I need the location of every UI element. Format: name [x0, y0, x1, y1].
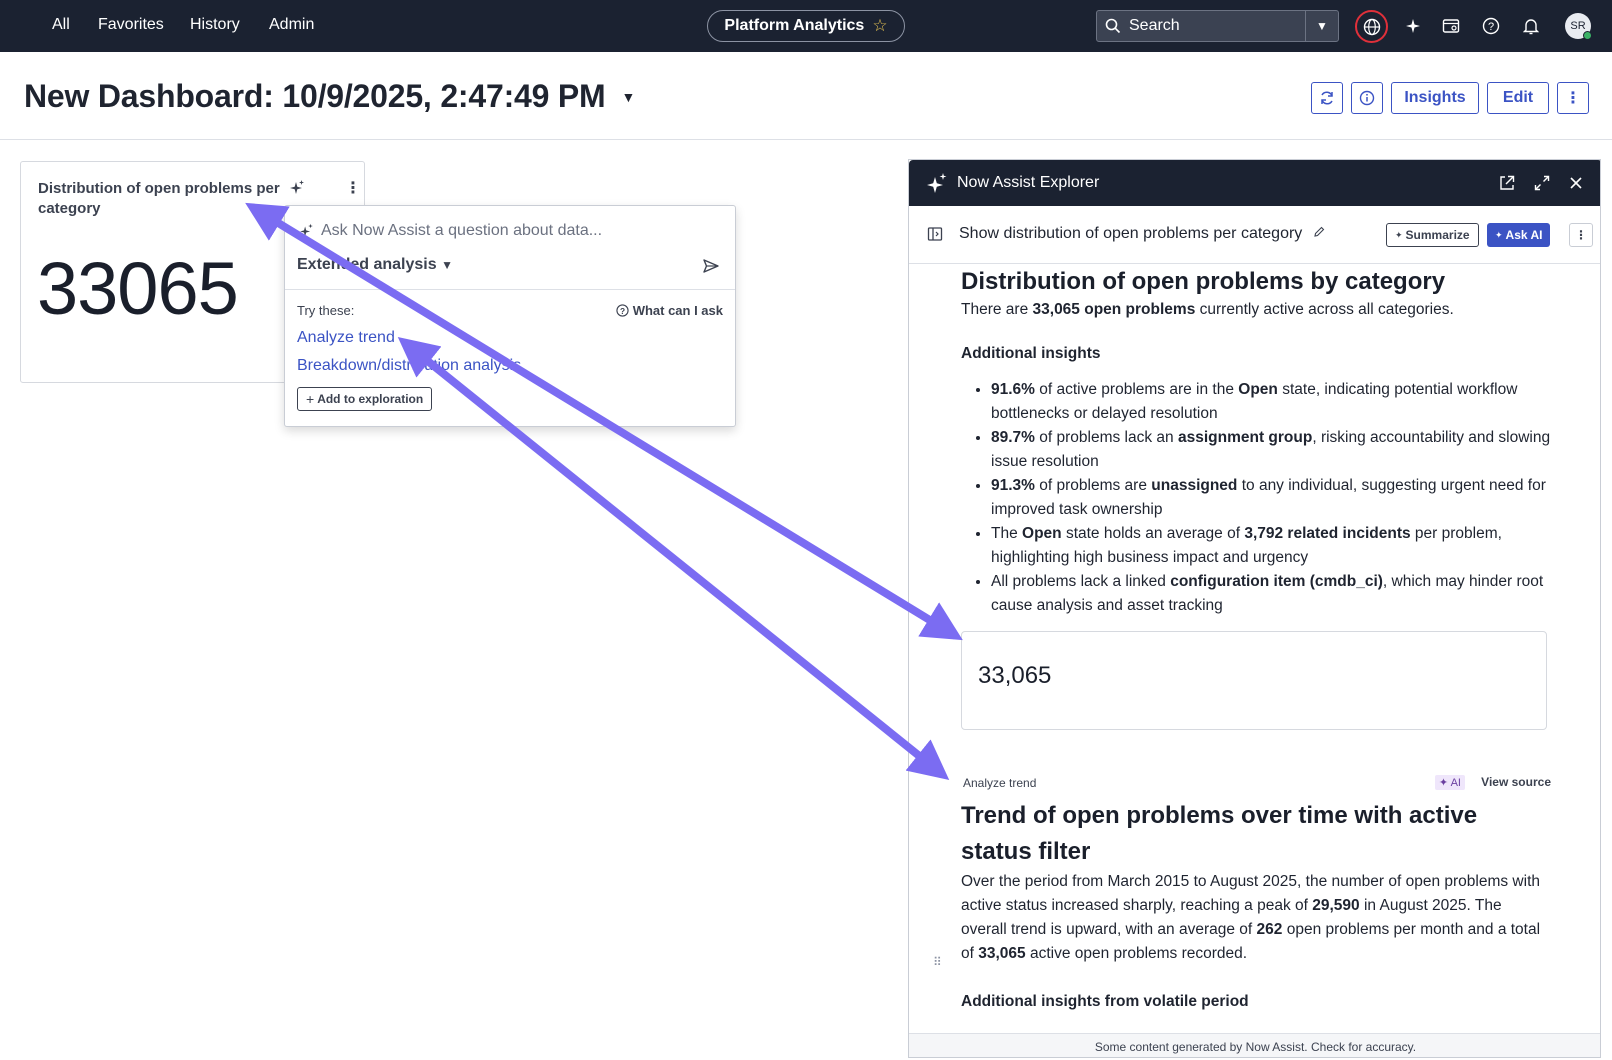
insight-item: The Open state holds an average of 3,792… [991, 522, 1551, 570]
ask-ai-button[interactable]: ✦ Ask AI [1487, 223, 1551, 247]
avatar-initials: SR [1570, 20, 1586, 32]
insight-item: 91.3% of problems are unassigned to any … [991, 474, 1551, 522]
svg-text:?: ? [620, 306, 625, 316]
global-search[interactable]: Search ▼ [1096, 10, 1339, 42]
insight-item: All problems lack a linked configuration… [991, 570, 1551, 618]
score-card-value: 33,065 [978, 662, 1052, 689]
help-icon[interactable]: ? [1478, 13, 1504, 39]
app-title: Platform Analytics [724, 17, 865, 34]
trend-paragraph: Over the period from March 2015 to Augus… [961, 873, 1541, 962]
refresh-button[interactable] [1311, 82, 1343, 114]
summarize-button[interactable]: ✦ Summarize [1386, 223, 1479, 247]
volatile-heading: Additional insights from volatile period [961, 993, 1249, 1010]
insights-list: 91.6% of active problems are in the Open… [991, 378, 1551, 618]
trend-heading: Trend of open problems over time with ac… [961, 802, 1478, 865]
now-assist-sparkle-icon [927, 173, 947, 193]
insights-button[interactable]: Insights [1391, 82, 1479, 114]
star-icon[interactable]: ☆ [872, 16, 887, 36]
app-title-pill[interactable]: Platform Analytics ☆ [707, 10, 905, 42]
sparkle-icon: ✦ [1495, 229, 1503, 240]
search-icon [1097, 11, 1129, 41]
query-label: Show distribution of open problems per c… [959, 225, 1303, 242]
edit-pencil-icon[interactable] [1313, 226, 1325, 238]
view-source-link[interactable]: View source [1481, 775, 1551, 789]
query-bar: Show distribution of open problems per c… [909, 206, 1600, 264]
svg-text:?: ? [1488, 21, 1494, 33]
what-can-i-ask-link[interactable]: ? What can I ask [616, 303, 723, 318]
notification-bell-icon[interactable] [1518, 13, 1544, 39]
ask-ai-label: Ask AI [1505, 228, 1543, 242]
query-more-options-icon[interactable]: ⋮ [1569, 223, 1593, 247]
expand-icon[interactable] [1533, 174, 1551, 192]
nav-all[interactable]: All [52, 16, 70, 34]
popover-divider [285, 289, 735, 290]
refresh-icon [1321, 91, 1333, 105]
nav-history[interactable]: History [190, 16, 240, 34]
ai-disclaimer-footer: Some content generated by Now Assist. Ch… [909, 1033, 1600, 1057]
kebab-icon: ⋮ [1565, 90, 1581, 107]
query-text[interactable]: Show distribution of open problems per c… [959, 225, 1325, 243]
insight-item: 91.6% of active problems are in the Open… [991, 378, 1551, 426]
send-icon[interactable] [701, 256, 721, 276]
section-header: Analyze trend ✦ AI View source [961, 770, 1551, 796]
add-to-exploration-label: Add to exploration [317, 392, 424, 406]
now-assist-sparkle-icon[interactable] [1400, 13, 1426, 39]
explorer-header: Now Assist Explorer [909, 160, 1600, 206]
widget-score-value: 33065 [37, 247, 239, 330]
result-intro: There are 33,065 open problems currently… [961, 301, 1454, 318]
plus-icon: + [306, 391, 315, 407]
what-can-i-ask-label: What can I ask [632, 303, 723, 318]
workspace-icon[interactable] [1438, 13, 1464, 39]
nav-favorites[interactable]: Favorites [98, 16, 164, 34]
widget-menu-icon[interactable]: ⋮ [343, 178, 363, 198]
dashboard-title-text: New Dashboard: 10/9/2025, 2:47:49 PM [24, 78, 606, 114]
nav-admin[interactable]: Admin [269, 16, 314, 34]
chevron-down-icon[interactable]: ▼ [622, 89, 636, 105]
analysis-mode-select[interactable]: Extended analysis ▼ [297, 256, 453, 274]
result-heading: Distribution of open problems by categor… [961, 268, 1446, 295]
dashboard-title[interactable]: New Dashboard: 10/9/2025, 2:47:49 PM ▼ [24, 78, 635, 115]
now-assist-popover: Ask Now Assist a question about data... … [284, 205, 736, 427]
now-assist-sparkle-icon[interactable] [286, 178, 306, 198]
now-assist-explorer-panel: Now Assist Explorer Show distribution of… [908, 159, 1601, 1058]
globe-icon [1363, 18, 1380, 35]
score-card: 33,065 [961, 631, 1547, 730]
ask-now-assist-input[interactable]: Ask Now Assist a question about data... [321, 222, 602, 240]
section-label: Analyze trend [963, 776, 1037, 790]
info-icon [1359, 90, 1375, 106]
open-in-new-icon[interactable] [1498, 174, 1516, 192]
suggestion-analyze-trend[interactable]: Analyze trend [297, 329, 395, 347]
insights-heading: Additional insights [961, 345, 1101, 362]
sparkle-icon [300, 223, 313, 237]
drag-handle-icon[interactable]: ⠿ [933, 955, 942, 969]
sparkle-icon: ✦ [1395, 229, 1403, 240]
explorer-content: Distribution of open problems by categor… [961, 264, 1551, 1014]
analysis-mode-label: Extended analysis [297, 256, 437, 273]
edit-button[interactable]: Edit [1487, 82, 1549, 114]
add-to-exploration-button[interactable]: + Add to exploration [297, 387, 433, 411]
chevron-down-icon: ▼ [441, 258, 453, 272]
explorer-title: Now Assist Explorer [957, 174, 1100, 191]
ai-badge: ✦ AI [1434, 775, 1465, 790]
widget-title: Distribution of open problems per catego… [38, 180, 280, 217]
top-navigation-bar: All Favorites History Admin Platform Ana… [0, 0, 1612, 52]
language-globe-button[interactable] [1355, 10, 1388, 43]
search-input[interactable]: Search [1129, 17, 1305, 35]
help-icon: ? [616, 304, 629, 317]
header-divider [0, 139, 1612, 140]
suggestion-breakdown-analysis[interactable]: Breakdown/distribution analysis [297, 357, 521, 375]
sidebar-toggle-icon[interactable] [927, 226, 943, 242]
try-these-label: Try these: [297, 303, 355, 318]
user-avatar[interactable]: SR [1565, 13, 1592, 40]
more-options-button[interactable]: ⋮ [1557, 82, 1589, 114]
close-icon[interactable] [1567, 174, 1585, 192]
info-button[interactable] [1351, 82, 1383, 114]
insight-item: 89.7% of problems lack an assignment gro… [991, 426, 1551, 474]
search-scope-dropdown[interactable]: ▼ [1305, 11, 1338, 41]
summarize-label: Summarize [1405, 228, 1470, 242]
online-status-dot [1583, 31, 1592, 40]
